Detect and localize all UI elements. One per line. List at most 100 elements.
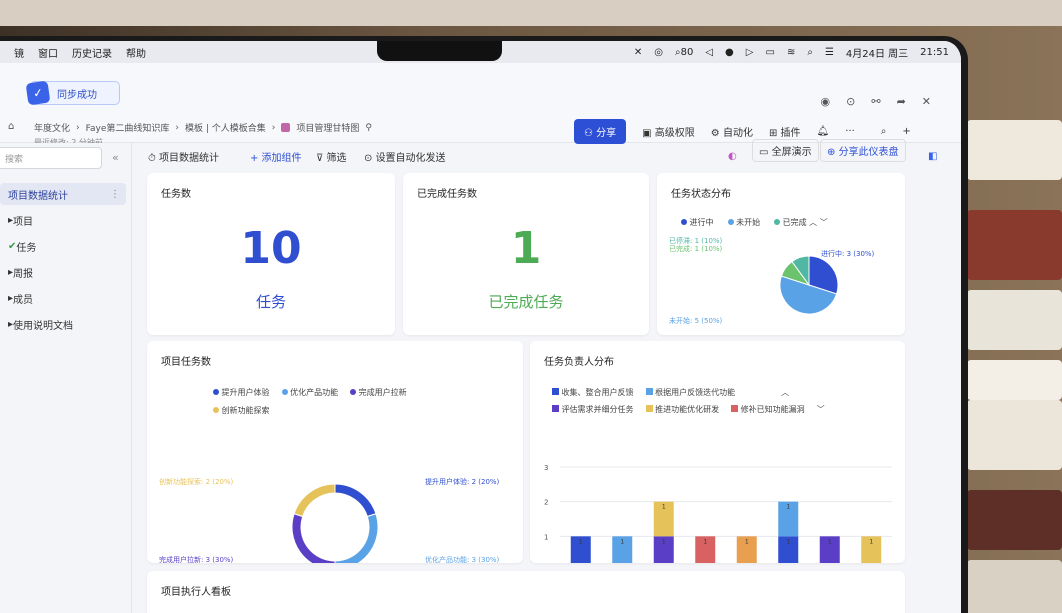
desk-top-surface <box>0 0 1062 26</box>
status-dist-card: 任务状态分布 进行中 未开始 已完成 ︿ ﹀ 进行中: 3 (30%) 未开始: … <box>657 173 905 335</box>
bar-value-label: 1 <box>869 538 873 545</box>
breadcrumb-item[interactable]: 模板 | 个人模板合集 <box>185 121 266 134</box>
link-icon[interactable]: ⚯ <box>871 95 880 108</box>
status-pie-chart: 进行中: 3 (30%) 未开始: 5 (50%) 已完成: 1 (10%)已停滞:… <box>669 236 875 325</box>
owner-dist-card: 任务负责人分布 收集、整合用户反馈 根据用户反馈迭代功能 ︿ 评估需求并细分任务… <box>530 341 905 563</box>
advanced-permission-button[interactable]: ▣ 高级权限 <box>642 124 695 139</box>
collapse-icon[interactable]: « <box>112 151 119 164</box>
more-button[interactable]: ··· <box>845 126 855 137</box>
history-icon[interactable]: ⊙ <box>846 95 855 108</box>
fullscreen-button[interactable]: ▭ 全屏演示 <box>752 139 819 162</box>
book-stack <box>967 100 1062 613</box>
screen-icon[interactable]: ▭ <box>765 47 774 58</box>
bar-value-label: 1 <box>620 538 624 545</box>
sidebar-search-input[interactable]: 搜索 <box>0 147 102 169</box>
pin-icon[interactable]: ⚲ <box>365 123 372 133</box>
panel-icon[interactable]: ◧ <box>928 151 937 162</box>
donut-slice <box>293 483 336 518</box>
menu-item-window[interactable]: 窗口 <box>38 45 58 60</box>
pie-slice-label: 未开始: 5 (50%) <box>669 316 723 325</box>
add-icon[interactable]: + <box>902 126 910 137</box>
sidebar-item-members[interactable]: ▸ 成员 <box>0 287 126 309</box>
automation-button[interactable]: ⚙ 自动化 <box>711 124 753 139</box>
share-dashboard-button[interactable]: ⊕ 分享此仪表盘 <box>820 139 906 162</box>
close-x-icon[interactable]: ✕ <box>634 47 642 58</box>
wechat-icon[interactable]: ◎ <box>654 47 663 58</box>
add-component-button[interactable]: + 添加组件 <box>250 149 302 164</box>
sidebar: 搜索 « 项目数据统计 ⋮ ▸ 项目 ✔ 任务 ▸ 周报 ▸ 成员 ▸ 使用说明文… <box>0 143 132 613</box>
theme-icon[interactable]: ◐ <box>728 151 737 162</box>
more-icon[interactable]: ⋮ <box>110 189 120 200</box>
bar-value-label: 1 <box>786 538 790 545</box>
sidebar-item-stats[interactable]: 项目数据统计 ⋮ <box>0 183 126 205</box>
menu-item[interactable]: 镜 <box>14 45 24 60</box>
donut-slice <box>291 513 336 563</box>
done-count-caption: 已完成任务 <box>488 293 564 311</box>
filter-button[interactable]: ⊽ 筛选 <box>316 149 347 164</box>
y-tick-label: 3 <box>544 464 548 472</box>
task-count-value: 10 <box>240 223 302 274</box>
bar-value-label: 1 <box>828 538 832 545</box>
bar-value-label: 1 <box>579 538 583 545</box>
search-icon[interactable]: ⌕ <box>807 47 813 58</box>
y-tick-label: 2 <box>544 499 548 507</box>
donut-slice-label: 创新功能探索: 2 (20%) <box>159 477 234 486</box>
kanban-card: 项目执行人看板 <box>147 571 905 613</box>
laptop-screen: 镜 窗口 历史记录 帮助 ✕ ◎ ⌕80 ◁ ● ▷ ▭ ≋ ⌕ ☰ 4月24日… <box>0 36 968 613</box>
bar-value-label: 1 <box>662 504 666 511</box>
pie-slice-label: 已停滞: 1 (10%) <box>669 236 723 245</box>
control-center-icon[interactable]: ☰ <box>825 47 834 58</box>
search-icon[interactable]: ⌕ <box>881 126 887 137</box>
window-tools: ◉ ⊙ ⚯ ➦ ✕ <box>821 95 931 108</box>
sync-toast: ✓ 同步成功 <box>25 80 120 106</box>
title-bar: ◉ ⊙ ⚯ ➦ ✕ ✓ 同步成功 ⌂ 年度文化 › Faye第二曲线知识库 › 模板… <box>0 63 961 147</box>
toast-text: 同步成功 <box>57 89 97 101</box>
breadcrumb-current[interactable]: 项目管理甘特图 <box>296 121 359 134</box>
share-button[interactable]: ⚇ 分享 <box>574 119 627 144</box>
sidebar-item-task[interactable]: ✔ 任务 <box>0 235 126 257</box>
app-icon[interactable]: ● <box>725 47 734 58</box>
card-title: 任务数 <box>161 189 191 200</box>
project-donut-chart: 提升用户体验: 2 (20%) 优化产品功能: 3 (30%) 完成用户拉新: 3 … <box>159 477 500 563</box>
task-count-caption: 任务 <box>255 293 286 311</box>
bar-value-label: 1 <box>662 538 666 545</box>
forward-icon[interactable]: ➦ <box>897 95 906 108</box>
donut-slice-label: 完成用户拉新: 3 (30%) <box>159 555 234 563</box>
card-title: 已完成任务数 <box>417 189 477 200</box>
donut-slice <box>334 513 379 563</box>
avatar-icon[interactable]: ◉ <box>821 95 831 108</box>
close-icon[interactable]: ✕ <box>922 95 931 108</box>
sidebar-item-docs[interactable]: ▸ 使用说明文档 <box>0 313 126 335</box>
pie-slice-label: 已完成: 1 (10%) <box>669 244 723 253</box>
menubar-status: ✕ ◎ ⌕80 ◁ ● ▷ ▭ ≋ ⌕ ☰ 4月24日 周三 21:51 <box>634 41 949 63</box>
task-count-card: 任务数 10 任务 <box>147 173 395 335</box>
breadcrumb-item[interactable]: 年度文化 <box>34 121 70 134</box>
pie-slice-label: 进行中: 3 (30%) <box>821 249 875 258</box>
wifi-icon[interactable]: ≋ <box>787 47 795 58</box>
auto-send-button[interactable]: ⊙ 设置自动化发送 <box>364 149 446 164</box>
dashboard-title: ⏱ 项目数据统计 <box>148 152 219 164</box>
play-icon[interactable]: ▷ <box>746 47 754 58</box>
project-tasks-card: 项目任务数 提升用户体验 优化产品功能 完成用户拉新 创新功能探索 提升用户体验… <box>147 341 523 563</box>
y-tick-label: 1 <box>544 533 548 541</box>
donut-slice-label: 优化产品功能: 3 (30%) <box>425 555 500 563</box>
breadcrumb-item[interactable]: Faye第二曲线知识库 <box>86 121 170 134</box>
breadcrumb: 年度文化 › Faye第二曲线知识库 › 模板 | 个人模板合集 › 项目管理甘特图 … <box>34 121 372 135</box>
plugin-button[interactable]: ⊞ 插件 <box>769 124 801 139</box>
done-count-value: 1 <box>510 223 542 274</box>
home-icon[interactable]: ⌂ <box>8 121 14 132</box>
doc-icon <box>281 123 291 132</box>
sync-success-icon: ✓ <box>25 80 51 106</box>
menu-item-history[interactable]: 历史记录 <box>72 45 112 60</box>
donut-slice-label: 提升用户体验: 2 (20%) <box>425 477 500 486</box>
sidebar-item-project[interactable]: ▸ 项目 <box>0 209 126 231</box>
menu-item-help[interactable]: 帮助 <box>126 45 146 60</box>
bell-icon[interactable]: 🔔︎ <box>817 126 830 137</box>
mute-icon[interactable]: ◁ <box>705 47 713 58</box>
bar-value-label: 1 <box>786 504 790 511</box>
camera-notch <box>377 41 502 61</box>
sidebar-item-weekly[interactable]: ▸ 周报 <box>0 261 126 283</box>
card-title: 项目执行人看板 <box>161 587 231 598</box>
search-count[interactable]: ⌕80 <box>675 47 693 58</box>
bar-value-label: 1 <box>703 538 707 545</box>
